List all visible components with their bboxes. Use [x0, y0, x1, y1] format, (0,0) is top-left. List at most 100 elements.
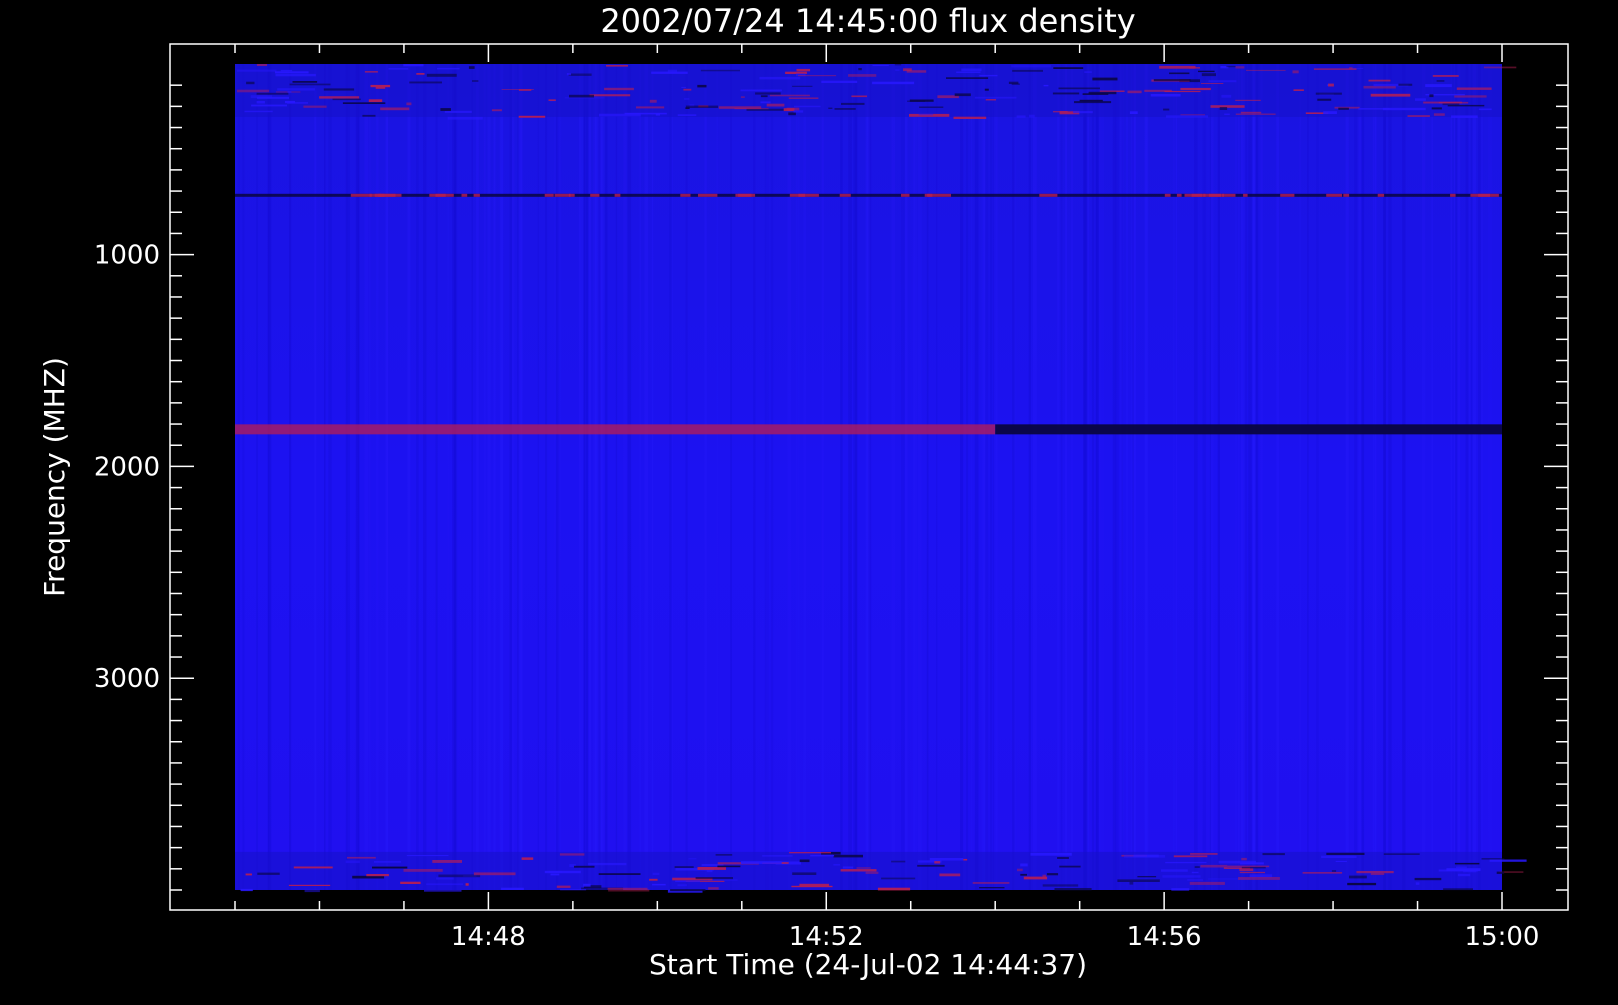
emission-speck: [589, 94, 631, 97]
emission-speck: [788, 112, 796, 116]
emission-speck: [275, 73, 316, 77]
emission-speck: [677, 884, 687, 887]
emission-speck: [1082, 93, 1109, 95]
noise-streak: [1120, 64, 1124, 890]
emission-speck: [1238, 877, 1280, 880]
emission-speck: [1162, 875, 1201, 878]
emission-speck: [1442, 103, 1460, 106]
emission-speck: [792, 872, 817, 875]
emission-speck: [717, 865, 741, 868]
emission-speck: [556, 885, 571, 888]
noise-streak: [644, 64, 649, 890]
noise-streak: [730, 64, 732, 890]
emission-speck: [400, 881, 421, 884]
emission-speck: [796, 68, 811, 72]
emission-speck: [465, 883, 469, 886]
emission-speck: [677, 114, 697, 116]
emission-speck: [370, 84, 391, 88]
noise-streak: [487, 64, 491, 890]
emission-speck: [872, 81, 915, 85]
noise-streak: [1358, 64, 1362, 890]
emission-speck: [303, 105, 327, 108]
noise-streak: [1032, 64, 1037, 890]
noise-streak: [1202, 64, 1205, 890]
noise-streak: [1100, 64, 1104, 890]
emission-speck: [1414, 877, 1442, 881]
emission-speck: [946, 77, 989, 79]
flux-line-speck: [544, 193, 554, 197]
emission-speck: [1224, 113, 1230, 115]
noise-streak: [314, 64, 317, 890]
emission-speck: [1331, 870, 1337, 872]
noise-streak: [1243, 64, 1246, 890]
flux-line-speck: [680, 193, 691, 197]
emission-speck: [1124, 855, 1166, 858]
noise-streak: [900, 64, 905, 890]
emission-speck: [288, 884, 331, 886]
emission-speck: [598, 873, 641, 875]
noise-streak: [595, 64, 599, 890]
emission-band: [235, 64, 1502, 117]
emission-speck: [588, 862, 627, 866]
emission-speck: [755, 92, 781, 95]
y-axis-label: Frequency (MHZ): [38, 357, 71, 597]
emission-speck: [375, 87, 386, 89]
flux-line-speck: [1243, 193, 1248, 197]
emission-speck: [437, 67, 460, 70]
flux-line-speck: [554, 193, 571, 197]
emission-speck: [548, 870, 563, 873]
emission-speck: [877, 887, 911, 891]
noise-streak: [981, 64, 983, 890]
emission-speck: [1150, 94, 1181, 97]
noise-streak: [1454, 64, 1456, 890]
emission-speck: [1117, 879, 1160, 882]
emission-speck: [979, 74, 998, 77]
noise-streak: [995, 64, 998, 890]
noise-streak: [1132, 64, 1134, 890]
emission-speck: [1029, 114, 1035, 118]
emission-speck: [380, 107, 410, 111]
emission-speck: [649, 878, 658, 881]
noise-streak: [803, 64, 806, 890]
emission-speck: [256, 92, 289, 95]
emission-speck: [1241, 866, 1266, 869]
y-tick-label: 1000: [94, 241, 160, 271]
noise-streak: [704, 64, 707, 890]
noise-streak: [1014, 64, 1017, 890]
flux-line-depressed: [995, 424, 1502, 435]
emission-speck: [323, 88, 355, 91]
noise-streak: [242, 64, 245, 890]
emission-speck: [979, 887, 1005, 889]
emission-speck: [447, 116, 483, 120]
noise-streak: [970, 64, 972, 890]
emission-speck: [1053, 67, 1084, 69]
flux-line-speck: [1222, 193, 1236, 197]
emission-speck: [624, 112, 667, 115]
emission-speck: [1456, 87, 1492, 90]
emission-speck: [760, 95, 768, 98]
emission-speck: [1246, 69, 1286, 71]
emission-speck: [1043, 84, 1049, 87]
noise-streak: [1028, 64, 1031, 890]
noise-streak: [518, 64, 520, 890]
emission-speck: [1356, 871, 1394, 874]
emission-speck: [1053, 111, 1068, 113]
emission-speck: [1249, 874, 1273, 878]
spectrogram-chart: 2002/07/24 14:45:00 flux density 14:48 14…: [0, 0, 1618, 1000]
flux-line-speck: [1039, 193, 1058, 197]
emission-speck: [718, 106, 762, 109]
noise-streak: [966, 64, 969, 890]
emission-speck: [1262, 853, 1285, 856]
emission-speck: [872, 64, 889, 67]
emission-speck: [1017, 868, 1023, 872]
emission-speck: [1221, 94, 1232, 98]
emission-speck: [292, 81, 318, 83]
emission-speck: [438, 874, 481, 878]
emission-speck: [1239, 871, 1265, 874]
noise-streak: [905, 64, 908, 890]
noise-streak: [671, 64, 673, 890]
emission-speck: [929, 858, 964, 861]
noise-streak: [1361, 64, 1365, 890]
emission-speck: [695, 877, 733, 880]
emission-speck: [954, 93, 971, 97]
